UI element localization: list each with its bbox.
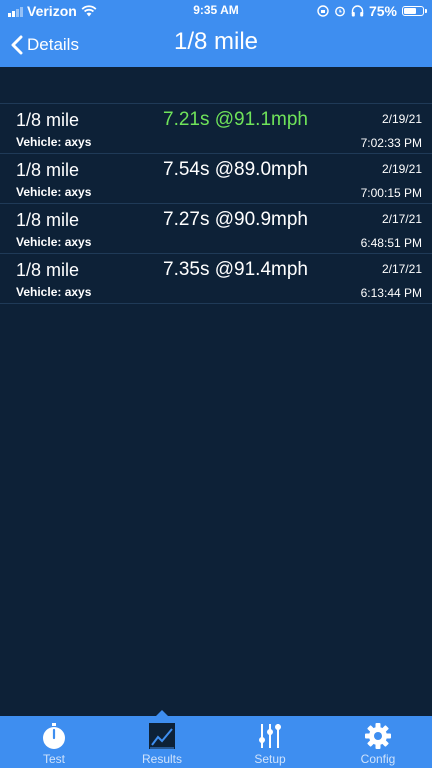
rotation-lock-icon xyxy=(317,5,329,17)
run-distance: 1/8 mile xyxy=(16,260,80,280)
run-result: 7.21s @91.1mph xyxy=(163,109,308,130)
chart-icon xyxy=(149,723,175,749)
run-vehicle: Vehicle: axys xyxy=(16,185,92,199)
tab-label: Test xyxy=(42,752,65,766)
run-date: 2/19/21 xyxy=(381,112,422,126)
run-vehicle: Vehicle: axys xyxy=(16,135,92,149)
tab-label: Results xyxy=(141,752,182,766)
result-row[interactable]: 1/8 mile Vehicle: axys 7.54s @89.0mph 2/… xyxy=(0,153,432,203)
run-result: 7.35s @91.4mph xyxy=(163,259,308,280)
run-vehicle: Vehicle: axys xyxy=(16,285,92,299)
run-time: 7:02:33 PM xyxy=(360,136,422,150)
gear-icon xyxy=(365,723,391,749)
result-row[interactable]: 1/8 mile Vehicle: axys 7.27s @90.9mph 2/… xyxy=(0,203,432,253)
run-result: 7.27s @90.9mph xyxy=(163,209,308,230)
run-date: 2/17/21 xyxy=(381,262,422,276)
tab-config[interactable]: Config xyxy=(324,716,432,768)
tab-results[interactable]: Results xyxy=(108,716,216,768)
stopwatch-icon xyxy=(43,723,65,749)
run-vehicle: Vehicle: axys xyxy=(16,235,92,249)
tab-label: Setup xyxy=(254,752,286,766)
sliders-icon xyxy=(259,724,281,748)
battery-icon xyxy=(402,6,427,16)
run-time: 7:00:15 PM xyxy=(360,186,422,200)
list-header-spacer xyxy=(0,67,432,103)
battery-percent: 75% xyxy=(368,3,397,19)
tab-setup[interactable]: Setup xyxy=(216,716,324,768)
result-row[interactable]: 1/8 mile Vehicle: axys 7.21s @91.1mph 2/… xyxy=(0,103,432,153)
result-row[interactable]: 1/8 mile Vehicle: axys 7.35s @91.4mph 2/… xyxy=(0,253,432,304)
run-time: 6:48:51 PM xyxy=(360,236,422,250)
tab-test[interactable]: Test xyxy=(0,716,108,768)
battery-fill xyxy=(404,8,416,14)
run-date: 2/19/21 xyxy=(381,162,422,176)
run-date: 2/17/21 xyxy=(381,212,422,226)
run-time: 6:13:44 PM xyxy=(360,286,422,300)
tab-label: Config xyxy=(360,752,396,766)
page-title: 1/8 mile xyxy=(173,28,259,55)
alarm-icon xyxy=(335,6,345,17)
headphones-icon xyxy=(351,5,364,17)
run-distance: 1/8 mile xyxy=(16,110,80,130)
run-distance: 1/8 mile xyxy=(16,160,80,180)
run-result: 7.54s @89.0mph xyxy=(163,159,308,180)
run-distance: 1/8 mile xyxy=(16,210,80,230)
tab-bar: Test Results Setup Config xyxy=(0,710,432,768)
status-bar: Verizon 9:35 AM 75% xyxy=(0,0,432,22)
results-list: 1/8 mile Vehicle: axys 7.21s @91.1mph 2/… xyxy=(0,103,432,304)
header: Verizon 9:35 AM 75% Details 1/8 mile xyxy=(0,0,432,67)
status-right: 75% xyxy=(317,3,427,19)
